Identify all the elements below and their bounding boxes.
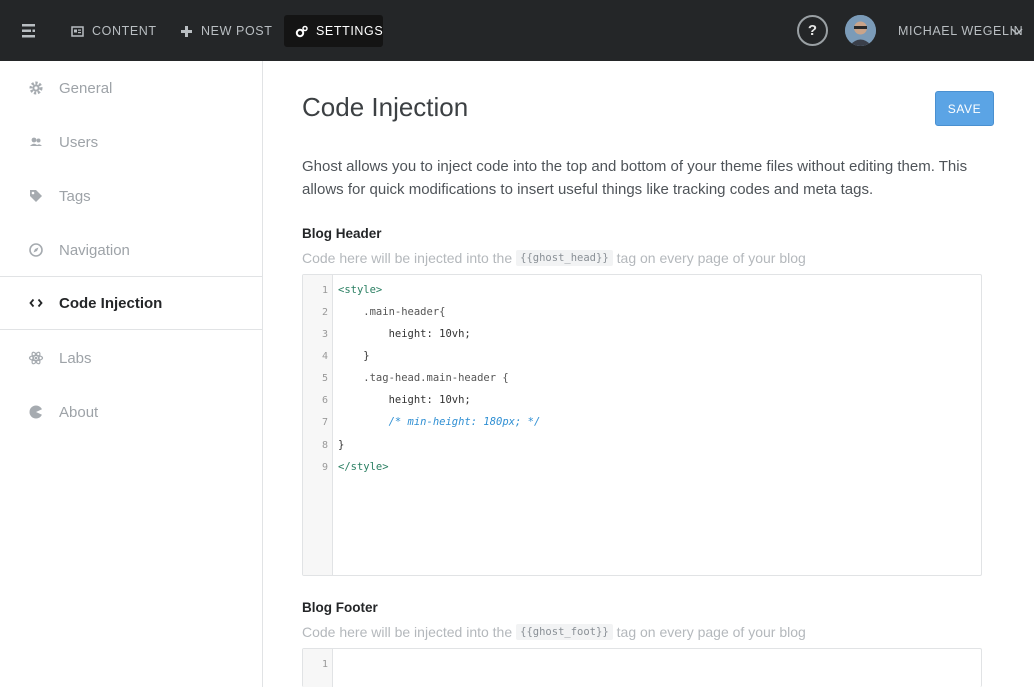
code-line: height: 10vh; bbox=[338, 328, 471, 340]
line-number: 4 bbox=[321, 351, 328, 362]
sidebar-item-label: About bbox=[59, 403, 99, 421]
ghost-head-code: {{ghost_head}} bbox=[516, 250, 613, 266]
top-navigation-bar: CONTENT NEW POST SETTINGS ? MICHAEL WEGE… bbox=[0, 0, 1034, 61]
code-icon bbox=[28, 295, 44, 311]
tab-content-label: CONTENT bbox=[92, 24, 157, 38]
code-line: } bbox=[338, 439, 345, 451]
line-number: 1 bbox=[321, 659, 328, 670]
settings-sidebar: General Users Tags Navigation Code Injec… bbox=[0, 61, 263, 687]
help-text-after: tag on every page of your blog bbox=[616, 250, 806, 266]
help-button[interactable]: ? bbox=[797, 15, 828, 46]
line-number: 1 bbox=[321, 285, 328, 296]
tab-content[interactable]: CONTENT bbox=[60, 15, 168, 47]
page-description: Ghost allows you to inject code into the… bbox=[302, 158, 968, 198]
sidebar-item-users[interactable]: Users bbox=[0, 115, 262, 169]
sidebar-item-label: Users bbox=[59, 133, 99, 151]
tab-settings[interactable]: SETTINGS bbox=[284, 15, 383, 47]
sidebar-item-label: Labs bbox=[59, 349, 92, 367]
blog-footer-editor[interactable]: 1 bbox=[302, 648, 982, 687]
content-icon bbox=[71, 25, 84, 38]
line-number: 5 bbox=[321, 373, 328, 384]
tab-settings-label: SETTINGS bbox=[316, 24, 384, 38]
sidebar-item-navigation[interactable]: Navigation bbox=[0, 223, 262, 277]
sidebar-item-about[interactable]: About bbox=[0, 385, 262, 439]
sidebar-item-tags[interactable]: Tags bbox=[0, 169, 262, 223]
code-line: } bbox=[338, 350, 370, 362]
sidebar-item-label: Navigation bbox=[59, 241, 130, 259]
code-line: height: 10vh; bbox=[338, 394, 471, 406]
chevron-down-icon[interactable] bbox=[1011, 24, 1023, 36]
atom-icon bbox=[28, 350, 44, 366]
compass-icon bbox=[28, 242, 44, 258]
tab-new-post-label: NEW POST bbox=[201, 24, 273, 38]
code-line: /* min-height: 180px; */ bbox=[338, 416, 541, 428]
sidebar-item-general[interactable]: General bbox=[0, 61, 262, 115]
plus-icon bbox=[180, 25, 193, 38]
sidebar-item-label: Code Injection bbox=[59, 294, 163, 312]
help-text-after: tag on every page of your blog bbox=[616, 624, 806, 640]
line-number-gutter: 1 2 3 4 5 6 7 8 9 bbox=[303, 275, 333, 575]
code-line: </style> bbox=[338, 461, 389, 473]
page-title: Code Injection bbox=[302, 92, 469, 122]
avatar[interactable] bbox=[845, 15, 876, 46]
line-number-gutter: 1 bbox=[303, 649, 333, 687]
user-menu[interactable]: MICHAEL WEGELIN bbox=[898, 24, 1023, 38]
sidebar-item-code-injection[interactable]: Code Injection bbox=[0, 276, 262, 330]
line-number: 2 bbox=[321, 307, 328, 318]
code-line: .tag-head.main-header { bbox=[338, 372, 509, 384]
help-icon: ? bbox=[807, 22, 818, 39]
line-number: 8 bbox=[321, 440, 328, 451]
blog-footer-help: Code here will be injected into the {{gh… bbox=[302, 624, 806, 640]
blog-header-help: Code here will be injected into the {{gh… bbox=[302, 250, 806, 266]
blog-header-editor[interactable]: 1 2 3 4 5 6 7 8 9 <style> .main-header{ … bbox=[302, 274, 982, 576]
line-number: 3 bbox=[321, 329, 328, 340]
tab-new-post[interactable]: NEW POST bbox=[169, 15, 283, 47]
help-text-before: Code here will be injected into the bbox=[302, 624, 513, 640]
users-icon bbox=[28, 134, 44, 150]
blog-footer-label: Blog Footer bbox=[302, 600, 378, 615]
help-text-before: Code here will be injected into the bbox=[302, 250, 513, 266]
sidebar-item-labs[interactable]: Labs bbox=[0, 331, 262, 385]
sidebar-item-label: Tags bbox=[59, 187, 91, 205]
line-number: 7 bbox=[321, 417, 328, 428]
save-button[interactable]: SAVE bbox=[935, 91, 994, 126]
ghost-icon bbox=[28, 404, 44, 420]
gear-icon bbox=[28, 80, 44, 96]
line-number: 9 bbox=[321, 462, 328, 473]
menu-icon[interactable] bbox=[18, 20, 40, 42]
gears-icon bbox=[295, 25, 308, 38]
code-line: <style> bbox=[338, 284, 383, 296]
blog-header-label: Blog Header bbox=[302, 226, 382, 241]
code-line: .main-header{ bbox=[338, 306, 446, 318]
tag-icon bbox=[28, 188, 44, 204]
line-number: 6 bbox=[321, 395, 328, 406]
sidebar-item-label: General bbox=[59, 79, 113, 97]
ghost-foot-code: {{ghost_foot}} bbox=[516, 624, 613, 640]
